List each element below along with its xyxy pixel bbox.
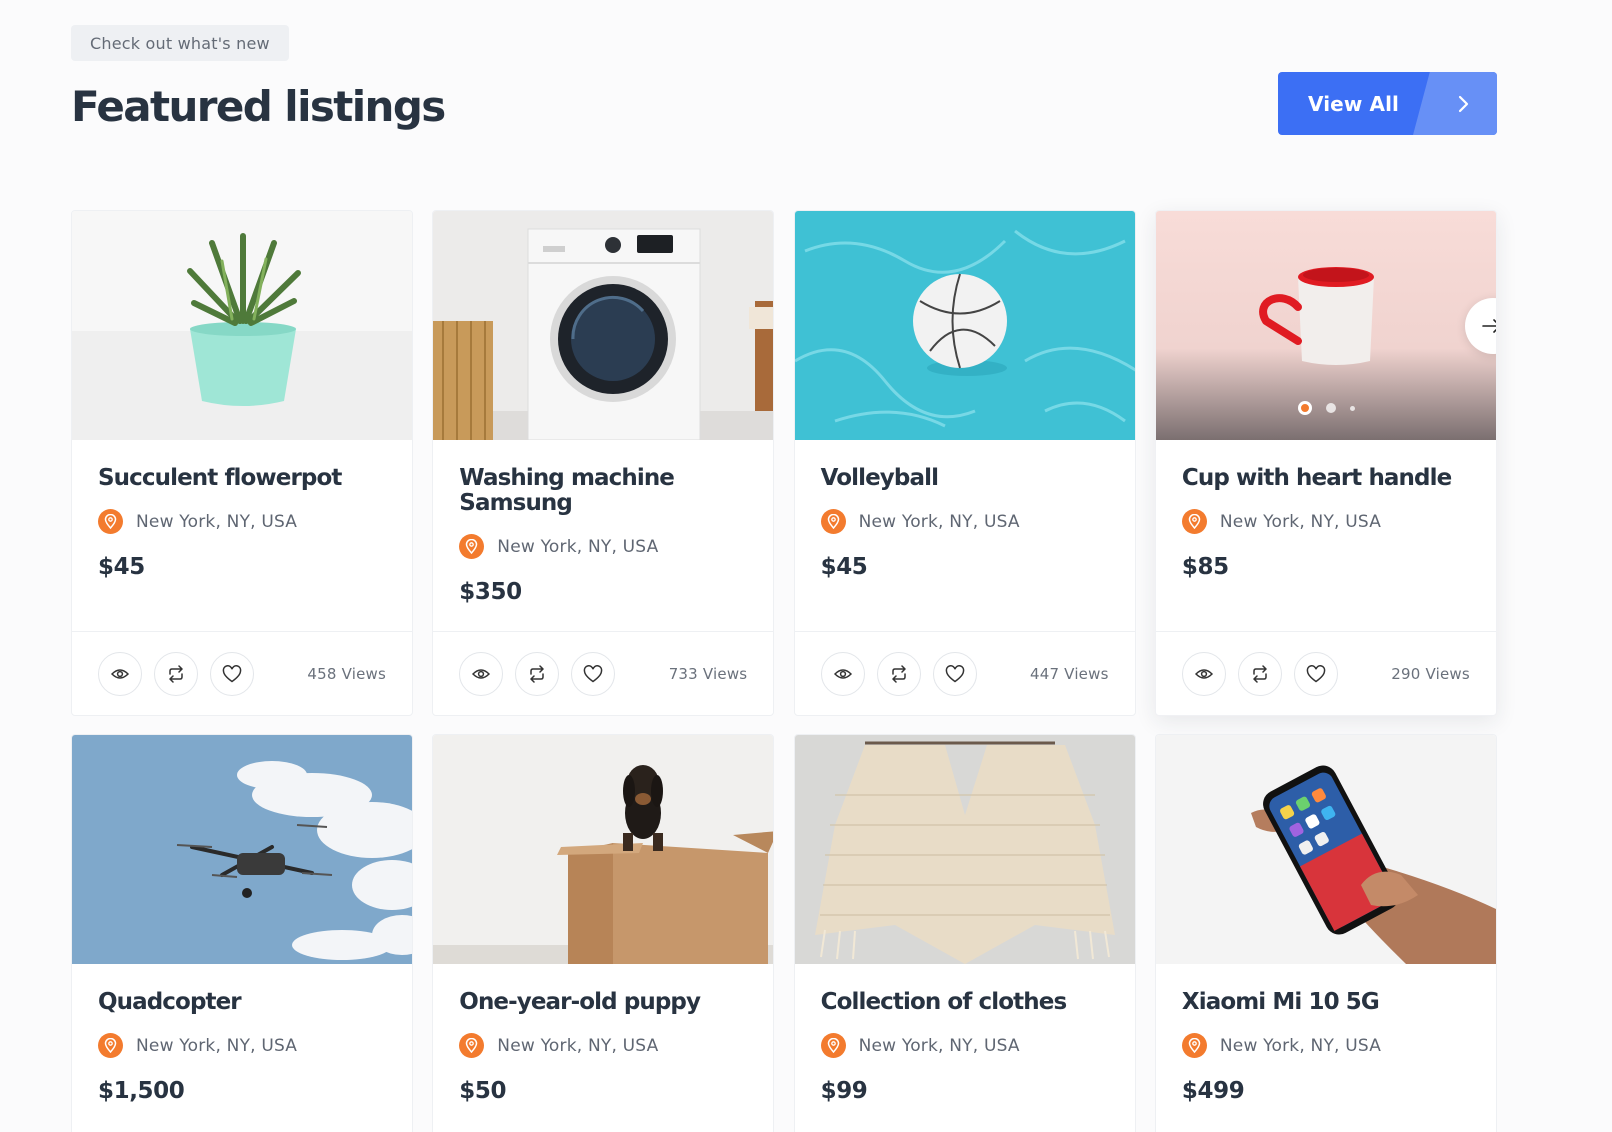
map-pin-icon bbox=[459, 534, 485, 559]
location-text: New York, NY, USA bbox=[1219, 511, 1382, 532]
listing-price: $99 bbox=[820, 1078, 868, 1104]
heart-icon[interactable] bbox=[1293, 651, 1338, 696]
listing-card[interactable]: Washing machine Samsung New York, NY, US… bbox=[432, 210, 775, 716]
listing-image-cup[interactable] bbox=[1155, 211, 1496, 440]
listing-location: New York, NY, USA bbox=[459, 534, 747, 559]
map-pin-icon bbox=[459, 1033, 485, 1058]
carousel-dot-1[interactable] bbox=[1298, 401, 1313, 415]
carousel-dot-3[interactable] bbox=[1350, 405, 1356, 411]
listing-location: New York, NY, USA bbox=[820, 509, 1109, 534]
carousel-dot-2[interactable] bbox=[1326, 403, 1337, 413]
location-text: New York, NY, USA bbox=[858, 511, 1020, 532]
featured-listings-section: Check out what's new Featured listings V… bbox=[0, 0, 1612, 1132]
listing-card[interactable]: Succulent flowerpot New York, NY, USA $4… bbox=[71, 210, 413, 716]
listing-price: $499 bbox=[1181, 1078, 1245, 1104]
whats-new-badge: Check out what's new bbox=[71, 25, 289, 61]
listing-actions: 733 Views bbox=[433, 631, 774, 715]
listings-grid: Succulent flowerpot New York, NY, USA $4… bbox=[71, 210, 1497, 1132]
view-count: 458 Views bbox=[307, 664, 386, 683]
listing-image-puppy[interactable] bbox=[433, 735, 774, 964]
listing-price: $45 bbox=[820, 554, 868, 580]
location-text: New York, NY, USA bbox=[1219, 1035, 1382, 1056]
listing-title[interactable]: Xiaomi Mi 10 5G bbox=[1182, 990, 1470, 1015]
carousel-dots bbox=[1156, 401, 1496, 415]
eye-icon[interactable] bbox=[459, 651, 504, 696]
listing-actions: 290 Views bbox=[1155, 631, 1496, 715]
listing-image-washing-machine[interactable] bbox=[433, 211, 774, 440]
heart-icon[interactable] bbox=[571, 651, 616, 696]
listing-title[interactable]: Cup with heart handle bbox=[1182, 466, 1470, 491]
map-pin-icon bbox=[820, 509, 846, 534]
location-text: New York, NY, USA bbox=[858, 1035, 1020, 1056]
listing-price: $350 bbox=[459, 579, 522, 605]
compare-arrows-icon[interactable] bbox=[515, 651, 560, 696]
listing-location: New York, NY, USA bbox=[98, 1033, 386, 1058]
map-pin-icon bbox=[820, 1033, 846, 1058]
listing-price: $85 bbox=[1181, 554, 1229, 580]
listing-price: $50 bbox=[459, 1078, 507, 1104]
listing-title[interactable]: Volleyball bbox=[821, 466, 1109, 491]
listing-card[interactable]: Cup with heart handle New York, NY, USA … bbox=[1154, 210, 1497, 716]
heart-icon[interactable] bbox=[932, 651, 977, 696]
eye-icon[interactable] bbox=[98, 651, 142, 696]
map-pin-icon bbox=[1181, 1033, 1207, 1058]
listing-image-quadcopter[interactable] bbox=[72, 735, 412, 964]
map-pin-icon bbox=[1181, 509, 1207, 534]
compare-arrows-icon[interactable] bbox=[876, 651, 921, 696]
listing-title[interactable]: Succulent flowerpot bbox=[98, 466, 386, 491]
listing-title[interactable]: One-year-old puppy bbox=[459, 990, 747, 1015]
location-text: New York, NY, USA bbox=[497, 536, 659, 557]
listing-location: New York, NY, USA bbox=[459, 1033, 747, 1058]
map-pin-icon bbox=[98, 1033, 123, 1058]
listing-card[interactable]: Xiaomi Mi 10 5G New York, NY, USA $499 bbox=[1154, 734, 1497, 1132]
listing-location: New York, NY, USA bbox=[820, 1033, 1109, 1058]
view-count: 290 Views bbox=[1391, 664, 1470, 683]
listing-location: New York, NY, USA bbox=[98, 509, 386, 534]
section-title: Featured listings bbox=[71, 82, 446, 131]
eye-icon[interactable] bbox=[820, 651, 865, 696]
listing-title[interactable]: Washing machine Samsung bbox=[459, 466, 747, 516]
compare-arrows-icon[interactable] bbox=[1237, 651, 1282, 696]
heart-icon[interactable] bbox=[210, 651, 254, 696]
listing-actions: 447 Views bbox=[794, 631, 1135, 715]
map-pin-icon bbox=[98, 509, 123, 534]
listing-card[interactable]: One-year-old puppy New York, NY, USA $50 bbox=[432, 734, 775, 1132]
view-count: 733 Views bbox=[668, 664, 748, 683]
listing-image-succulent[interactable] bbox=[72, 211, 412, 440]
view-all-button[interactable]: View All bbox=[1278, 72, 1497, 135]
listing-price: $45 bbox=[98, 554, 145, 580]
listing-card[interactable]: Quadcopter New York, NY, USA $1,500 bbox=[71, 734, 413, 1132]
listing-image-clothes[interactable] bbox=[794, 735, 1135, 964]
listing-image-volleyball[interactable] bbox=[794, 211, 1135, 440]
listing-price: $1,500 bbox=[98, 1078, 185, 1104]
view-count: 447 Views bbox=[1029, 664, 1109, 683]
eye-icon[interactable] bbox=[1181, 651, 1226, 696]
location-text: New York, NY, USA bbox=[497, 1035, 659, 1056]
listing-actions: 458 Views bbox=[72, 631, 412, 715]
listing-card[interactable]: Collection of clothes New York, NY, USA … bbox=[793, 734, 1136, 1132]
listing-image-phone[interactable] bbox=[1155, 735, 1496, 964]
listing-card[interactable]: Volleyball New York, NY, USA $45 447 Vie… bbox=[793, 210, 1136, 716]
location-text: New York, NY, USA bbox=[136, 1035, 298, 1056]
view-all-label: View All bbox=[1308, 91, 1399, 116]
listing-location: New York, NY, USA bbox=[1181, 509, 1470, 534]
location-text: New York, NY, USA bbox=[136, 511, 298, 532]
compare-arrows-icon[interactable] bbox=[154, 651, 198, 696]
chevron-right-icon bbox=[1413, 72, 1497, 135]
listing-title[interactable]: Collection of clothes bbox=[821, 990, 1109, 1015]
listing-location: New York, NY, USA bbox=[1181, 1033, 1470, 1058]
listing-title[interactable]: Quadcopter bbox=[98, 990, 386, 1015]
